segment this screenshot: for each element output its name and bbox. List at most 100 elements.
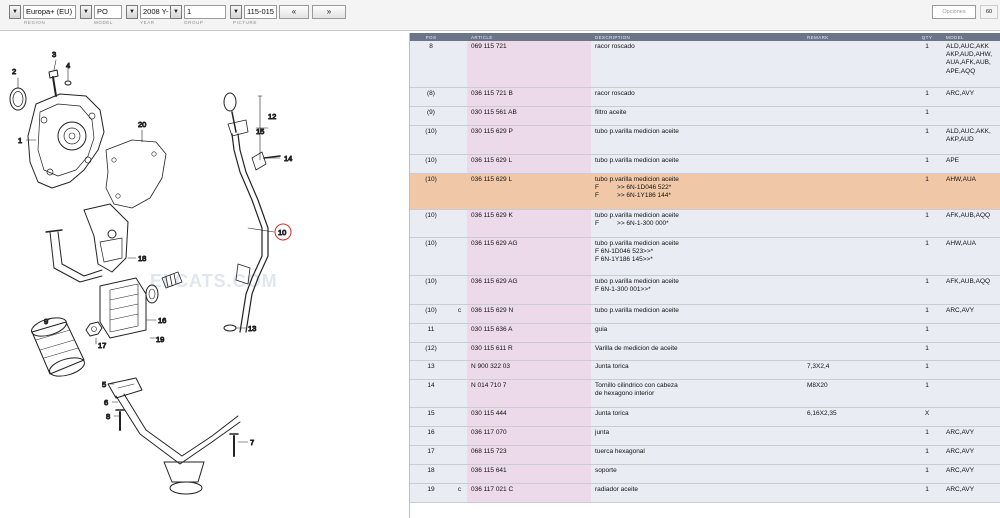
- cell-article[interactable]: 036 117 070: [467, 426, 591, 446]
- callout-20: 20: [138, 120, 146, 129]
- picture-select[interactable]: 115-015: [244, 5, 277, 19]
- cell-model: AHW,AUA: [942, 173, 1000, 210]
- table-row[interactable]: 14 N 014 710 7 Tornillo cilindrico con cab…: [410, 379, 1000, 408]
- cell-article[interactable]: 036 115 629 AG: [467, 237, 591, 276]
- prev-picture-button[interactable]: «: [279, 5, 309, 19]
- group-label: GROUP: [184, 20, 204, 25]
- cell-article[interactable]: 030 115 636 A: [467, 323, 591, 343]
- table-row[interactable]: 15 030 115 444 Junta torica 6,16X2,35 X: [410, 407, 1000, 427]
- table-row[interactable]: (10) 036 115 629 AG tubo p.varilla medicio…: [410, 275, 1000, 305]
- cell-model: [942, 106, 1000, 126]
- table-row[interactable]: (12) 030 115 611 R Varilla de medicion de …: [410, 342, 1000, 361]
- table-row[interactable]: 11 030 115 636 A guia 1: [410, 323, 1000, 343]
- table-row[interactable]: (10) 036 115 629 Ltubo p.varilla medicion…: [410, 154, 1000, 174]
- cell-article[interactable]: 030 115 444: [467, 407, 591, 427]
- cell-description: tuerca hexagonal: [591, 445, 803, 465]
- description-line: tubo p.varilla medicion aceite: [595, 211, 679, 219]
- cell-article[interactable]: 030 115 611 R: [467, 342, 591, 361]
- table-row[interactable]: 19 c 036 117 021 C radiador aceite 1 ARC,AVY: [410, 483, 1000, 503]
- table-row[interactable]: (10) 030 115 629 P tubo p.varilla medicion…: [410, 125, 1000, 155]
- header-article: ARTICLE: [467, 33, 591, 41]
- cell-description: racor roscado: [591, 87, 803, 107]
- cell-model: ARC,AVY: [942, 483, 1000, 503]
- cell-remark: [803, 41, 912, 88]
- cell-article[interactable]: 030 115 561 AB: [467, 106, 591, 126]
- description-line: tuerca hexagonal: [595, 447, 645, 455]
- description-line: guia: [595, 325, 608, 333]
- cell-article[interactable]: 036 115 629 K: [467, 209, 591, 238]
- cell-article[interactable]: 030 115 629 P: [467, 125, 591, 155]
- search-button[interactable]: 60: [980, 5, 998, 19]
- year-dropdown-button[interactable]: ▼: [126, 5, 138, 19]
- cell-remark: [803, 342, 912, 361]
- table-row[interactable]: (10) 036 115 629 Ktubo p.varilla medicion…: [410, 209, 1000, 238]
- cell-article[interactable]: N 900 322 03: [467, 360, 591, 380]
- cell-qty: 1: [912, 209, 942, 238]
- model-line: AKP,AUD,AHW,: [946, 51, 993, 59]
- cell-qty: 1: [912, 483, 942, 503]
- parts-table-panel: POS ARTICLE DESCRIPTION REMARK QTY MODEL…: [409, 33, 1000, 518]
- model-dropdown-button[interactable]: ▼: [80, 5, 92, 19]
- cell-article[interactable]: 036 115 641: [467, 464, 591, 484]
- callout-5: 5: [102, 380, 106, 389]
- table-row[interactable]: 18 036 115 641 soporte 1 ARC,AVY: [410, 464, 1000, 484]
- year-select[interactable]: 2008 Y-: [140, 5, 170, 19]
- cell-pos: 19: [410, 483, 452, 503]
- table-row[interactable]: (10) c 036 115 629 N tubo p.varilla medicio…: [410, 304, 1000, 324]
- cell-description: Varilla de medicion de aceite: [591, 342, 803, 361]
- description-line: F 6N-1D046 523>>*: [595, 247, 654, 255]
- cell-qty: 1: [912, 87, 942, 107]
- cell-remark: [803, 304, 912, 324]
- cell-article[interactable]: 068 115 723: [467, 445, 591, 465]
- cell-description: tubo p.varilla medicion aceite F >> 6N-1-…: [591, 209, 803, 238]
- table-row[interactable]: (10) 036 115 629 AG tubo p.varilla medicio…: [410, 237, 1000, 276]
- group-dropdown-button[interactable]: ▼: [170, 5, 182, 19]
- picture-label: PICTURE: [233, 20, 257, 25]
- exploded-view-diagram: ELCATS.COM 2 3 4 1 20 18 16 19 9 17 5 6 …: [9, 50, 293, 495]
- header-mark: [452, 33, 467, 41]
- cell-model: [942, 323, 1000, 343]
- cell-remark: [803, 125, 912, 155]
- cell-mark: [452, 154, 467, 174]
- model-label: MODEL: [94, 20, 114, 25]
- search-input[interactable]: Opciones: [932, 5, 976, 19]
- cell-article[interactable]: 069 115 721: [467, 41, 591, 88]
- cell-pos: (10): [410, 237, 452, 276]
- region-dropdown-button[interactable]: ▼: [9, 5, 21, 19]
- cell-description: Junta torica: [591, 407, 803, 427]
- cell-article[interactable]: 036 115 629 AG: [467, 275, 591, 305]
- table-row[interactable]: 8 069 115 721 racor roscado 1 ALD,AUC,AKK AKP…: [410, 41, 1000, 88]
- cell-article[interactable]: 036 117 021 C: [467, 483, 591, 503]
- cell-qty: 1: [912, 237, 942, 276]
- description-line: F >> 6N-1D046 522*: [595, 183, 672, 191]
- cell-article[interactable]: 036 115 721 B: [467, 87, 591, 107]
- table-row[interactable]: (9) 030 115 561 AB filtro aceite 1: [410, 106, 1000, 126]
- table-row[interactable]: 13 N 900 322 03 Junta torica 7,3X2,4 1: [410, 360, 1000, 380]
- cell-mark: [452, 360, 467, 380]
- cell-mark: [452, 323, 467, 343]
- region-select[interactable]: Europa+ (EU): [23, 5, 76, 19]
- picture-dropdown-button[interactable]: ▼: [230, 5, 242, 19]
- cell-remark: [803, 106, 912, 126]
- description-line: Tornillo cilindrico con cabeza: [595, 381, 678, 389]
- table-row[interactable]: 16 036 117 070 junta 1 ARC,AVY: [410, 426, 1000, 446]
- cell-article[interactable]: 036 115 629 L: [467, 154, 591, 174]
- cell-mark: [452, 426, 467, 446]
- parts-illustration: ELCATS.COM 2 3 4 1 20 18 16 19 9 17 5 6 …: [0, 32, 410, 518]
- cell-article[interactable]: 036 115 629 N: [467, 304, 591, 324]
- cell-article[interactable]: 036 115 629 L: [467, 173, 591, 210]
- header-pos: POS: [410, 33, 452, 41]
- cell-remark: [803, 464, 912, 484]
- cell-remark: [803, 87, 912, 107]
- year-value: 2008: [143, 7, 160, 16]
- description-line: tubo p.varilla medicion aceite: [595, 306, 679, 314]
- table-row[interactable]: 17 068 115 723 tuerca hexagonal 1 ARC,AVY: [410, 445, 1000, 465]
- group-select[interactable]: 1: [184, 5, 226, 19]
- cell-description: tubo p.varilla medicion aceite: [591, 304, 803, 324]
- o-ring-13: [223, 324, 237, 332]
- table-row[interactable]: (8) 036 115 721 B racor roscado 1 ARC,AVY: [410, 87, 1000, 107]
- model-select[interactable]: PO: [94, 5, 122, 19]
- cell-article[interactable]: N 014 710 7: [467, 379, 591, 408]
- next-picture-button[interactable]: »: [312, 5, 346, 19]
- table-row[interactable]: (10) 036 115 629 Ltubo p.varilla medicion…: [410, 173, 1000, 210]
